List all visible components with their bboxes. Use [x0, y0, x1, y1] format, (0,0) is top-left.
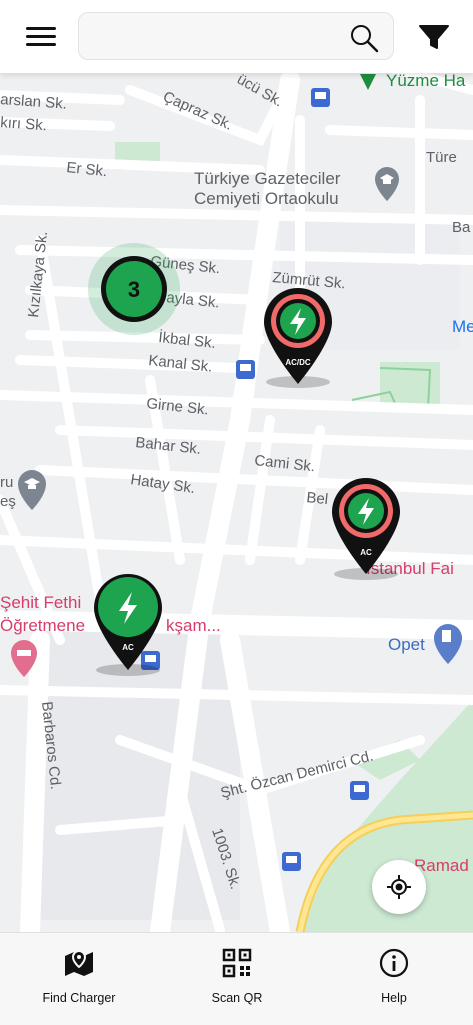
search-icon[interactable] [349, 23, 379, 53]
charger-type-label: AC [360, 548, 372, 557]
poi-label: eş [0, 493, 16, 510]
info-icon [379, 948, 409, 978]
nav-help[interactable]: Help [324, 933, 464, 1025]
filter-button[interactable] [414, 18, 454, 56]
poi-label: Öğretmene [0, 616, 85, 635]
hamburger-icon [22, 20, 58, 46]
nav-scan-qr[interactable]: Scan QR [167, 933, 307, 1025]
search-box[interactable] [78, 12, 394, 61]
locate-me-button[interactable] [372, 860, 426, 914]
search-input[interactable] [91, 13, 345, 61]
street-label: kırı Sk. [0, 114, 47, 134]
poi-label: Opet [388, 635, 425, 654]
bus-stop-icon [311, 88, 330, 107]
poi-label: Şehit Fethi [0, 593, 81, 612]
bottom-navigation: Find Charger Scan QR Help [0, 932, 473, 1025]
nav-label: Scan QR [211, 991, 263, 1005]
nav-label: Help [381, 991, 407, 1005]
poi-label: Cemiyeti Ortaokulu [194, 189, 339, 208]
street-label: Ba [452, 219, 471, 236]
street-label: Bel [306, 489, 329, 508]
crosshair-icon [387, 875, 411, 899]
poi-label: Yüzme Ha [386, 71, 466, 90]
charger-type-label: AC [122, 643, 134, 652]
cluster-count: 3 [128, 277, 140, 302]
charger-type-label: AC/DC [285, 358, 311, 367]
poi-label: kşam... [166, 616, 221, 635]
poi-label: Me [452, 317, 473, 336]
poi-label: ru [0, 474, 13, 491]
map-view[interactable]: arslan Sk. kırı Sk. Çapraz Sk. ücü Sk. E… [0, 0, 473, 932]
street-label: Türe [426, 149, 457, 166]
nav-find-charger[interactable]: Find Charger [9, 933, 149, 1025]
poi-label: Ramad [414, 856, 469, 875]
bus-stop-icon [282, 852, 301, 871]
bus-stop-icon [236, 360, 255, 379]
bus-stop-icon [350, 781, 369, 800]
qr-code-icon [222, 948, 252, 978]
map-icon [65, 949, 93, 976]
nav-label: Find Charger [42, 991, 116, 1005]
top-bar [0, 0, 473, 73]
poi-label: Türkiye Gazeteciler [194, 169, 341, 188]
menu-button[interactable] [22, 20, 58, 54]
filter-icon [419, 25, 449, 49]
charger-cluster-marker[interactable]: 3 [88, 243, 180, 335]
